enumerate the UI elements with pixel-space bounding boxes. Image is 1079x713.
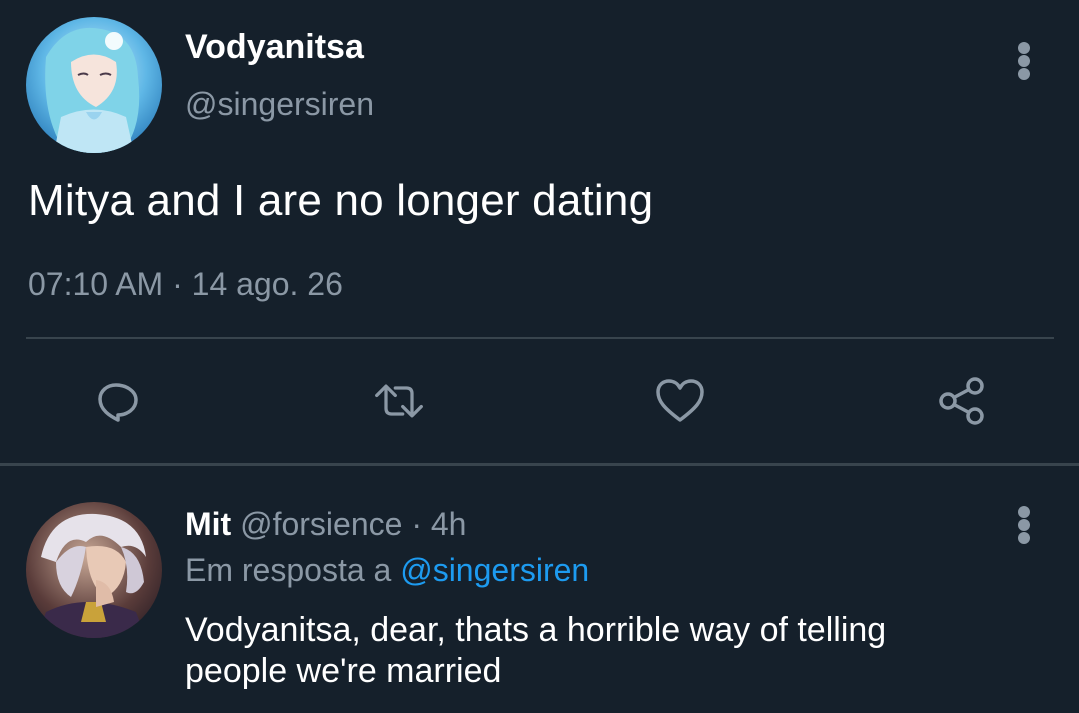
reply-header: Mit @forsience · 4h (185, 506, 466, 543)
avatar-image (26, 502, 162, 638)
reply-to-link[interactable]: @singersiren (400, 552, 589, 588)
handle[interactable]: @singersiren (185, 86, 374, 123)
more-options-icon[interactable] (1009, 36, 1039, 86)
reply-bubble-icon (98, 383, 138, 422)
reply-avatar[interactable] (26, 502, 162, 638)
heart-icon (656, 379, 704, 422)
section-divider (0, 463, 1079, 466)
reply-more-options-icon[interactable] (1009, 500, 1039, 550)
reply-time[interactable]: 4h (431, 506, 467, 542)
reply-text: Vodyanitsa, dear, thats a horrible way o… (185, 610, 1005, 692)
like-button[interactable] (654, 376, 706, 426)
tweet-timestamp[interactable]: 07:10 AM · 14 ago. 26 (28, 266, 343, 303)
reply-text-line: Vodyanitsa, dear, thats a horrible way o… (185, 611, 887, 649)
share-icon (939, 377, 984, 425)
divider (26, 337, 1054, 339)
reply-button[interactable] (92, 376, 144, 426)
display-name[interactable]: Vodyanitsa (185, 28, 364, 67)
avatar-image (26, 17, 162, 153)
reply-display-name[interactable]: Mit (185, 506, 231, 542)
reply-text-line: people we're married (185, 652, 502, 690)
share-button[interactable] (936, 376, 988, 426)
reply-separator: · (402, 506, 431, 542)
reply-handle[interactable]: @forsience (240, 506, 402, 542)
reply-context: Em resposta a @singersiren (185, 552, 589, 589)
reply-prefix: Em resposta a (185, 552, 401, 588)
retweet-icon (375, 384, 423, 418)
retweet-button[interactable] (373, 376, 425, 426)
main-tweet: Vodyanitsa @singersiren Mitya and I are … (0, 0, 1079, 463)
main-avatar[interactable] (26, 17, 162, 153)
tweet-text: Mitya and I are no longer dating (28, 176, 654, 225)
